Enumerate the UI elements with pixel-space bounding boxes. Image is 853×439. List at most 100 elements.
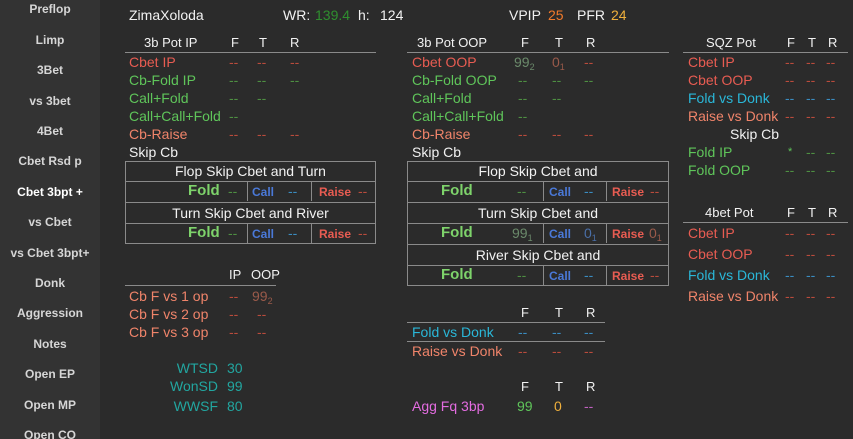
ip-skip-cb-label: Skip Cb xyxy=(129,144,179,160)
agg-label: Agg Fq 3bp xyxy=(412,398,485,414)
sqz-row-f: -- xyxy=(785,108,795,124)
sidebar-item-aggression[interactable]: Aggression xyxy=(0,306,100,320)
sqz-skip-row-r: -- xyxy=(826,162,836,178)
ip-call-label: Call xyxy=(252,185,275,199)
ip-fold-value: -- xyxy=(228,183,238,199)
sqz-row-label: Raise vs Donk xyxy=(688,108,779,124)
sqz-skip-row-label: Fold OOP xyxy=(688,162,751,178)
stat-label: WTSD xyxy=(176,360,218,376)
ip-raise-value: -- xyxy=(358,225,368,241)
sidebar: Preflop Limp 3Bet vs 3bet 4Bet Cbet Rsd … xyxy=(0,0,100,439)
cbf-header-divider xyxy=(125,285,276,286)
ip-row-f: -- xyxy=(229,126,239,142)
oop-fold-label: Fold xyxy=(441,224,473,241)
cbf-col-oop: OOP xyxy=(251,267,280,282)
oop-row-f: -- xyxy=(518,72,528,88)
sidebar-item-open-co[interactable]: Open CO xyxy=(0,428,100,439)
agg-r: -- xyxy=(584,398,594,414)
sidebar-item-limp[interactable]: Limp xyxy=(0,33,100,47)
ip-row-label: Call+Call+Fold xyxy=(129,108,221,124)
sqz-row-t: -- xyxy=(806,54,816,70)
sidebar-item-open-ep[interactable]: Open EP xyxy=(0,367,100,381)
sidebar-item-cbet-rsd-p[interactable]: Cbet Rsd p xyxy=(0,154,100,168)
ip-row-label: Cbet IP xyxy=(129,54,176,70)
sidebar-item-open-mp[interactable]: Open MP xyxy=(0,398,100,412)
stat-label: WonSD xyxy=(170,378,218,394)
sqz-skip-row-t: -- xyxy=(806,144,816,160)
ip-row-label: Cb-Fold IP xyxy=(129,72,196,88)
agg-col-r: R xyxy=(586,379,596,394)
donk-row-divider xyxy=(407,341,605,342)
fourbet-row-r: -- xyxy=(826,288,836,304)
sqz-panel-title: SQZ Pot xyxy=(706,35,756,50)
oop-row-r: -- xyxy=(584,72,594,88)
sqz-header-divider xyxy=(683,52,848,53)
oop-row-f: -- xyxy=(518,126,528,142)
sqz-row-label: Fold vs Donk xyxy=(688,90,770,106)
ip-call-label: Call xyxy=(252,227,275,241)
oop-row-r: -- xyxy=(584,54,594,70)
oop-col-r: R xyxy=(586,35,596,50)
oop-col-t: T xyxy=(555,35,563,50)
sqz-row-r: -- xyxy=(826,90,836,106)
fourbet-row-f: -- xyxy=(785,225,795,241)
oop-fold-value: -- xyxy=(517,267,527,283)
fourbet-row-label: Cbet IP xyxy=(688,225,735,241)
sidebar-item-cbet-3bpt[interactable]: Cbet 3bpt + xyxy=(0,185,100,199)
sidebar-item-vs-cbet[interactable]: vs Cbet xyxy=(0,215,100,229)
ip-divider xyxy=(125,202,376,203)
ip-col-f: F xyxy=(231,35,239,50)
sidebar-item-4bet[interactable]: 4Bet xyxy=(0,124,100,138)
sidebar-item-preflop[interactable]: Preflop xyxy=(0,2,100,16)
donk-row-t: -- xyxy=(552,343,562,359)
sqz-row-f: -- xyxy=(785,54,795,70)
ip-panel-title: 3b Pot IP xyxy=(144,35,198,50)
oop-row-t: -- xyxy=(552,90,562,106)
pfr-label: PFR xyxy=(577,7,605,23)
sidebar-item-vs-cbet-3bpt[interactable]: vs Cbet 3bpt+ xyxy=(0,246,100,260)
oop-divider xyxy=(543,265,544,286)
sqz-row-t: -- xyxy=(806,72,816,88)
oop-river-title: River Skip Cbet and xyxy=(475,247,601,263)
oop-raise-value: -- xyxy=(650,267,660,283)
fourbet-row-r: -- xyxy=(826,225,836,241)
oop-divider xyxy=(407,244,669,245)
oop-call-value: -- xyxy=(584,267,594,283)
cbf-row-oop: -- xyxy=(257,306,267,322)
sqz-row-f: -- xyxy=(785,90,795,106)
stat-label: WWSF xyxy=(173,398,218,414)
sidebar-item-vs-3bet[interactable]: vs 3bet xyxy=(0,94,100,108)
cbf-row-ip: -- xyxy=(229,306,239,322)
pfr-value: 24 xyxy=(611,7,627,23)
oop-row-f: -- xyxy=(518,90,528,106)
sqz-row-f: -- xyxy=(785,72,795,88)
fourbet-header-divider xyxy=(683,222,848,223)
sidebar-item-donk[interactable]: Donk xyxy=(0,276,100,290)
agg-col-f: F xyxy=(521,379,529,394)
oop-row-f: 992 xyxy=(514,54,535,72)
fourbet-row-label: Cbet OOP xyxy=(688,246,753,262)
ip-fold-label: Fold xyxy=(188,224,220,241)
oop-call-value: -- xyxy=(584,183,594,199)
ip-flop-title: Flop Skip Cbet and Turn xyxy=(175,163,326,179)
cbf-row-oop: 992 xyxy=(252,288,273,306)
sidebar-item-notes[interactable]: Notes xyxy=(0,337,100,351)
ip-col-t: T xyxy=(259,35,267,50)
ip-row-t: -- xyxy=(257,90,267,106)
oop-call-label: Call xyxy=(549,227,572,241)
sidebar-item-3bet[interactable]: 3Bet xyxy=(0,63,100,77)
vpip-label: VPIP xyxy=(509,7,541,23)
fourbet-row-label: Raise vs Donk xyxy=(688,288,779,304)
oop-fold-label: Fold xyxy=(441,266,473,283)
cbf-row-label: Cb F vs 3 op xyxy=(129,324,209,340)
ip-call-value: -- xyxy=(288,225,298,241)
cbf-row-ip: -- xyxy=(229,288,239,304)
oop-flop-title: Flop Skip Cbet and xyxy=(478,163,598,179)
donk-row-label: Fold vs Donk xyxy=(412,324,494,340)
fourbet-row-t: -- xyxy=(806,267,816,283)
fourbet-col-r: R xyxy=(828,205,838,220)
ip-raise-label: Raise xyxy=(319,227,352,241)
oop-row-t: -- xyxy=(552,72,562,88)
ip-row-label: Call+Fold xyxy=(129,90,189,106)
donk-row-r: -- xyxy=(584,324,594,340)
